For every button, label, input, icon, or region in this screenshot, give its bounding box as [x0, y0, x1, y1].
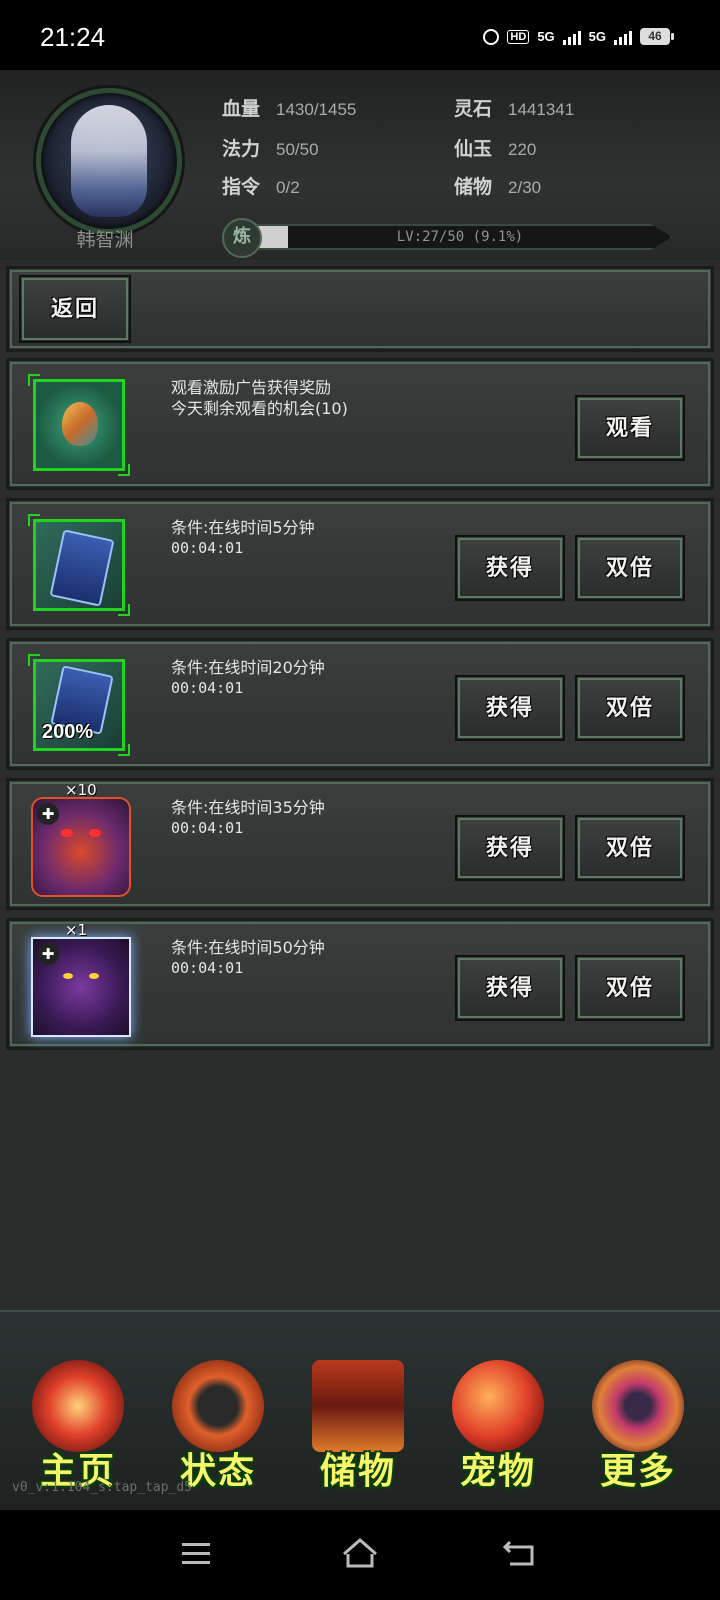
double-card-icon: 200% [28, 654, 130, 756]
blue-card-icon [28, 514, 130, 616]
item-quantity: ×10 [65, 781, 97, 799]
stat-storage: 储物 2/30 [454, 176, 542, 198]
double-badge: 200% [42, 721, 94, 743]
reward-title: 条件:在线时间5分钟 [171, 518, 315, 537]
nav-storage-label: 储物 [319, 1450, 396, 1492]
reward-title: 条件:在线时间50分钟 [171, 938, 325, 957]
status-emblem-icon [172, 1360, 264, 1452]
obtain-button[interactable]: 获得 [455, 955, 565, 1021]
reward-timer: 00:04:01 [171, 679, 244, 697]
nav-home[interactable]: 主页 [18, 1352, 138, 1492]
stat-spirit-stone: 灵石 1441341 [454, 98, 575, 120]
nav-more-label: 更多 [599, 1450, 676, 1492]
double-button[interactable]: 双倍 [575, 675, 685, 741]
double-button[interactable]: 双倍 [575, 535, 685, 601]
network-label-1: 5G [537, 29, 555, 44]
network-label-2: 5G [588, 29, 606, 44]
more-emblem-icon [592, 1360, 684, 1452]
double-button[interactable]: 双倍 [575, 815, 685, 881]
reward-row-35min: ✚ ×10 条件:在线时间35分钟 00:04:01 获得 双倍 [6, 778, 714, 910]
battery-icon: 46 [640, 28, 674, 45]
nav-more[interactable]: 更多 [578, 1352, 698, 1492]
stat-jade: 仙玉 220 [454, 138, 537, 160]
signal-icon-2 [614, 29, 632, 45]
reward-row-20min: 200% 条件:在线时间20分钟 00:04:01 获得 双倍 [6, 638, 714, 770]
alarm-icon [483, 28, 500, 45]
reward-title: 观看激励广告获得奖励 [171, 378, 332, 397]
watch-ad-button[interactable]: 观看 [575, 395, 685, 461]
item-quantity: ×1 [65, 921, 88, 939]
stat-commands: 指令 0/2 [222, 176, 300, 198]
pet-phoenix-icon [452, 1360, 544, 1452]
reward-row-50min: ✚ ×1 条件:在线时间50分钟 00:04:01 获得 双倍 [6, 918, 714, 1050]
system-nav-bar [0, 1510, 720, 1600]
avatar[interactable] [36, 88, 182, 234]
stat-mana: 法力 50/50 [222, 138, 319, 160]
back-icon[interactable] [502, 1538, 536, 1568]
spirit-stone-icon [28, 374, 130, 476]
nav-pet[interactable]: 宠物 [438, 1352, 558, 1492]
demon-portrait-icon: ✚ ×10 [31, 781, 131, 897]
home-emblem-icon [32, 1360, 124, 1452]
nav-storage[interactable]: 储物 [298, 1352, 418, 1492]
character-portrait-icon [71, 105, 147, 217]
reward-row-ad: 观看激励广告获得奖励 今天剩余观看的机会(10) 观看 [6, 358, 714, 490]
status-icons: HD 5G 5G 46 [483, 28, 674, 45]
signal-icon-1 [562, 29, 581, 45]
reward-timer: 00:04:01 [171, 819, 244, 837]
version-label: v0_v:1.104_s:tap_tap_d5 [12, 1480, 193, 1495]
obtain-button[interactable]: 获得 [455, 675, 565, 741]
exp-bar: LV:27/50 (9.1%) 炼 [222, 218, 682, 258]
character-header: 韩智渊 血量 1430/1455 灵石 1441341 法力 50/50 仙玉 220 … [0, 70, 720, 260]
status-time: 21:24 [40, 22, 106, 52]
refine-badge: 炼 [222, 218, 262, 258]
hd-icon: HD [507, 29, 530, 44]
double-button[interactable]: 双倍 [575, 955, 685, 1021]
status-bar: 21:24 HD 5G 5G 46 [0, 0, 720, 70]
purple-demon-icon: ✚ ×1 [31, 921, 131, 1037]
back-panel: 返回 [6, 266, 714, 352]
nav-status[interactable]: 状态 [158, 1352, 278, 1492]
reward-title: 条件:在线时间20分钟 [171, 658, 325, 677]
nav-pet-label: 宠物 [459, 1450, 536, 1492]
reward-row-5min: 条件:在线时间5分钟 00:04:01 获得 双倍 [6, 498, 714, 630]
home-icon[interactable] [340, 1536, 380, 1570]
back-button[interactable]: 返回 [19, 275, 131, 343]
reward-timer: 00:04:01 [171, 539, 244, 557]
stat-hp: 血量 1430/1455 [222, 98, 357, 120]
storage-emblem-icon [312, 1360, 404, 1452]
reward-subtitle: 今天剩余观看的机会(10) [171, 399, 348, 418]
reward-timer: 00:04:01 [171, 959, 244, 977]
level-text: LV:27/50 (9.1%) [396, 229, 524, 245]
character-name: 韩智渊 [76, 229, 134, 251]
reward-title: 条件:在线时间35分钟 [171, 798, 325, 817]
menu-icon[interactable] [180, 1540, 212, 1568]
obtain-button[interactable]: 获得 [455, 535, 565, 601]
obtain-button[interactable]: 获得 [455, 815, 565, 881]
